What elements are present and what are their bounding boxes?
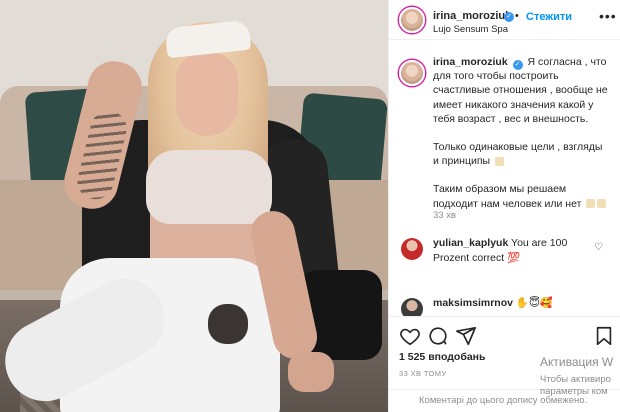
emoji-icon <box>586 199 596 209</box>
activation-watermark-title: Активация W <box>540 355 614 369</box>
caption-paragraph: Таким образом мы решаем подходит нам чел… <box>433 183 582 210</box>
post-caption: irina_moroziuk ✓ Я согласна , что для то… <box>433 55 611 225</box>
likes-count[interactable]: 1 525 вподобань <box>399 351 485 363</box>
emoji-icon <box>597 199 607 209</box>
avatar[interactable] <box>399 7 425 33</box>
comment-username[interactable]: yulian_kaplyuk <box>433 237 508 249</box>
avatar[interactable] <box>401 238 423 260</box>
comment-body: ✋😇🥰 <box>515 297 553 309</box>
caption-avatar[interactable] <box>399 60 425 86</box>
verified-badge-icon: ✓ <box>504 12 514 22</box>
photo-face <box>176 52 238 136</box>
share-icon[interactable] <box>455 325 477 347</box>
post-sidebar: irina_moroziuk ✓ • Стежити Lujo Sensum S… <box>388 0 620 412</box>
photo-leg-cutout <box>208 304 248 344</box>
post-header: irina_moroziuk ✓ • Стежити Lujo Sensum S… <box>389 0 620 40</box>
more-horizontal-icon[interactable]: ••• <box>599 8 617 24</box>
post-time: 33 ХВ ТОМУ <box>399 369 447 378</box>
header-username[interactable]: irina_moroziuk <box>433 10 511 22</box>
activation-watermark-text: Чтобы активиро параметры ком <box>540 374 611 397</box>
comment-text: yulian_kaplyuk You are 100 Prozent corre… <box>433 236 583 265</box>
follow-button[interactable]: Стежити <box>526 11 572 23</box>
comment-username[interactable]: maksimsimrnov <box>433 297 513 309</box>
location-link[interactable]: Lujo Sensum Spa <box>433 24 508 35</box>
heart-icon[interactable]: ♡ <box>594 242 603 253</box>
comment-icon[interactable] <box>427 325 449 347</box>
caption-time: 33 хв <box>433 210 457 221</box>
emoji-icon <box>495 156 505 166</box>
photo-hand <box>288 352 334 392</box>
separator-dot: • <box>515 10 519 22</box>
post-photo[interactable] <box>0 0 388 412</box>
verified-badge-icon: ✓ <box>512 60 523 70</box>
photo-top <box>146 150 272 224</box>
comment-text: maksimsimrnov ✋😇🥰 <box>433 296 583 311</box>
caption-username[interactable]: irina_moroziuk <box>433 56 508 68</box>
bookmark-icon[interactable] <box>593 325 615 347</box>
heart-icon[interactable] <box>399 325 421 347</box>
caption-paragraph: Только одинаковые цели , взгляды и принц… <box>433 141 603 168</box>
